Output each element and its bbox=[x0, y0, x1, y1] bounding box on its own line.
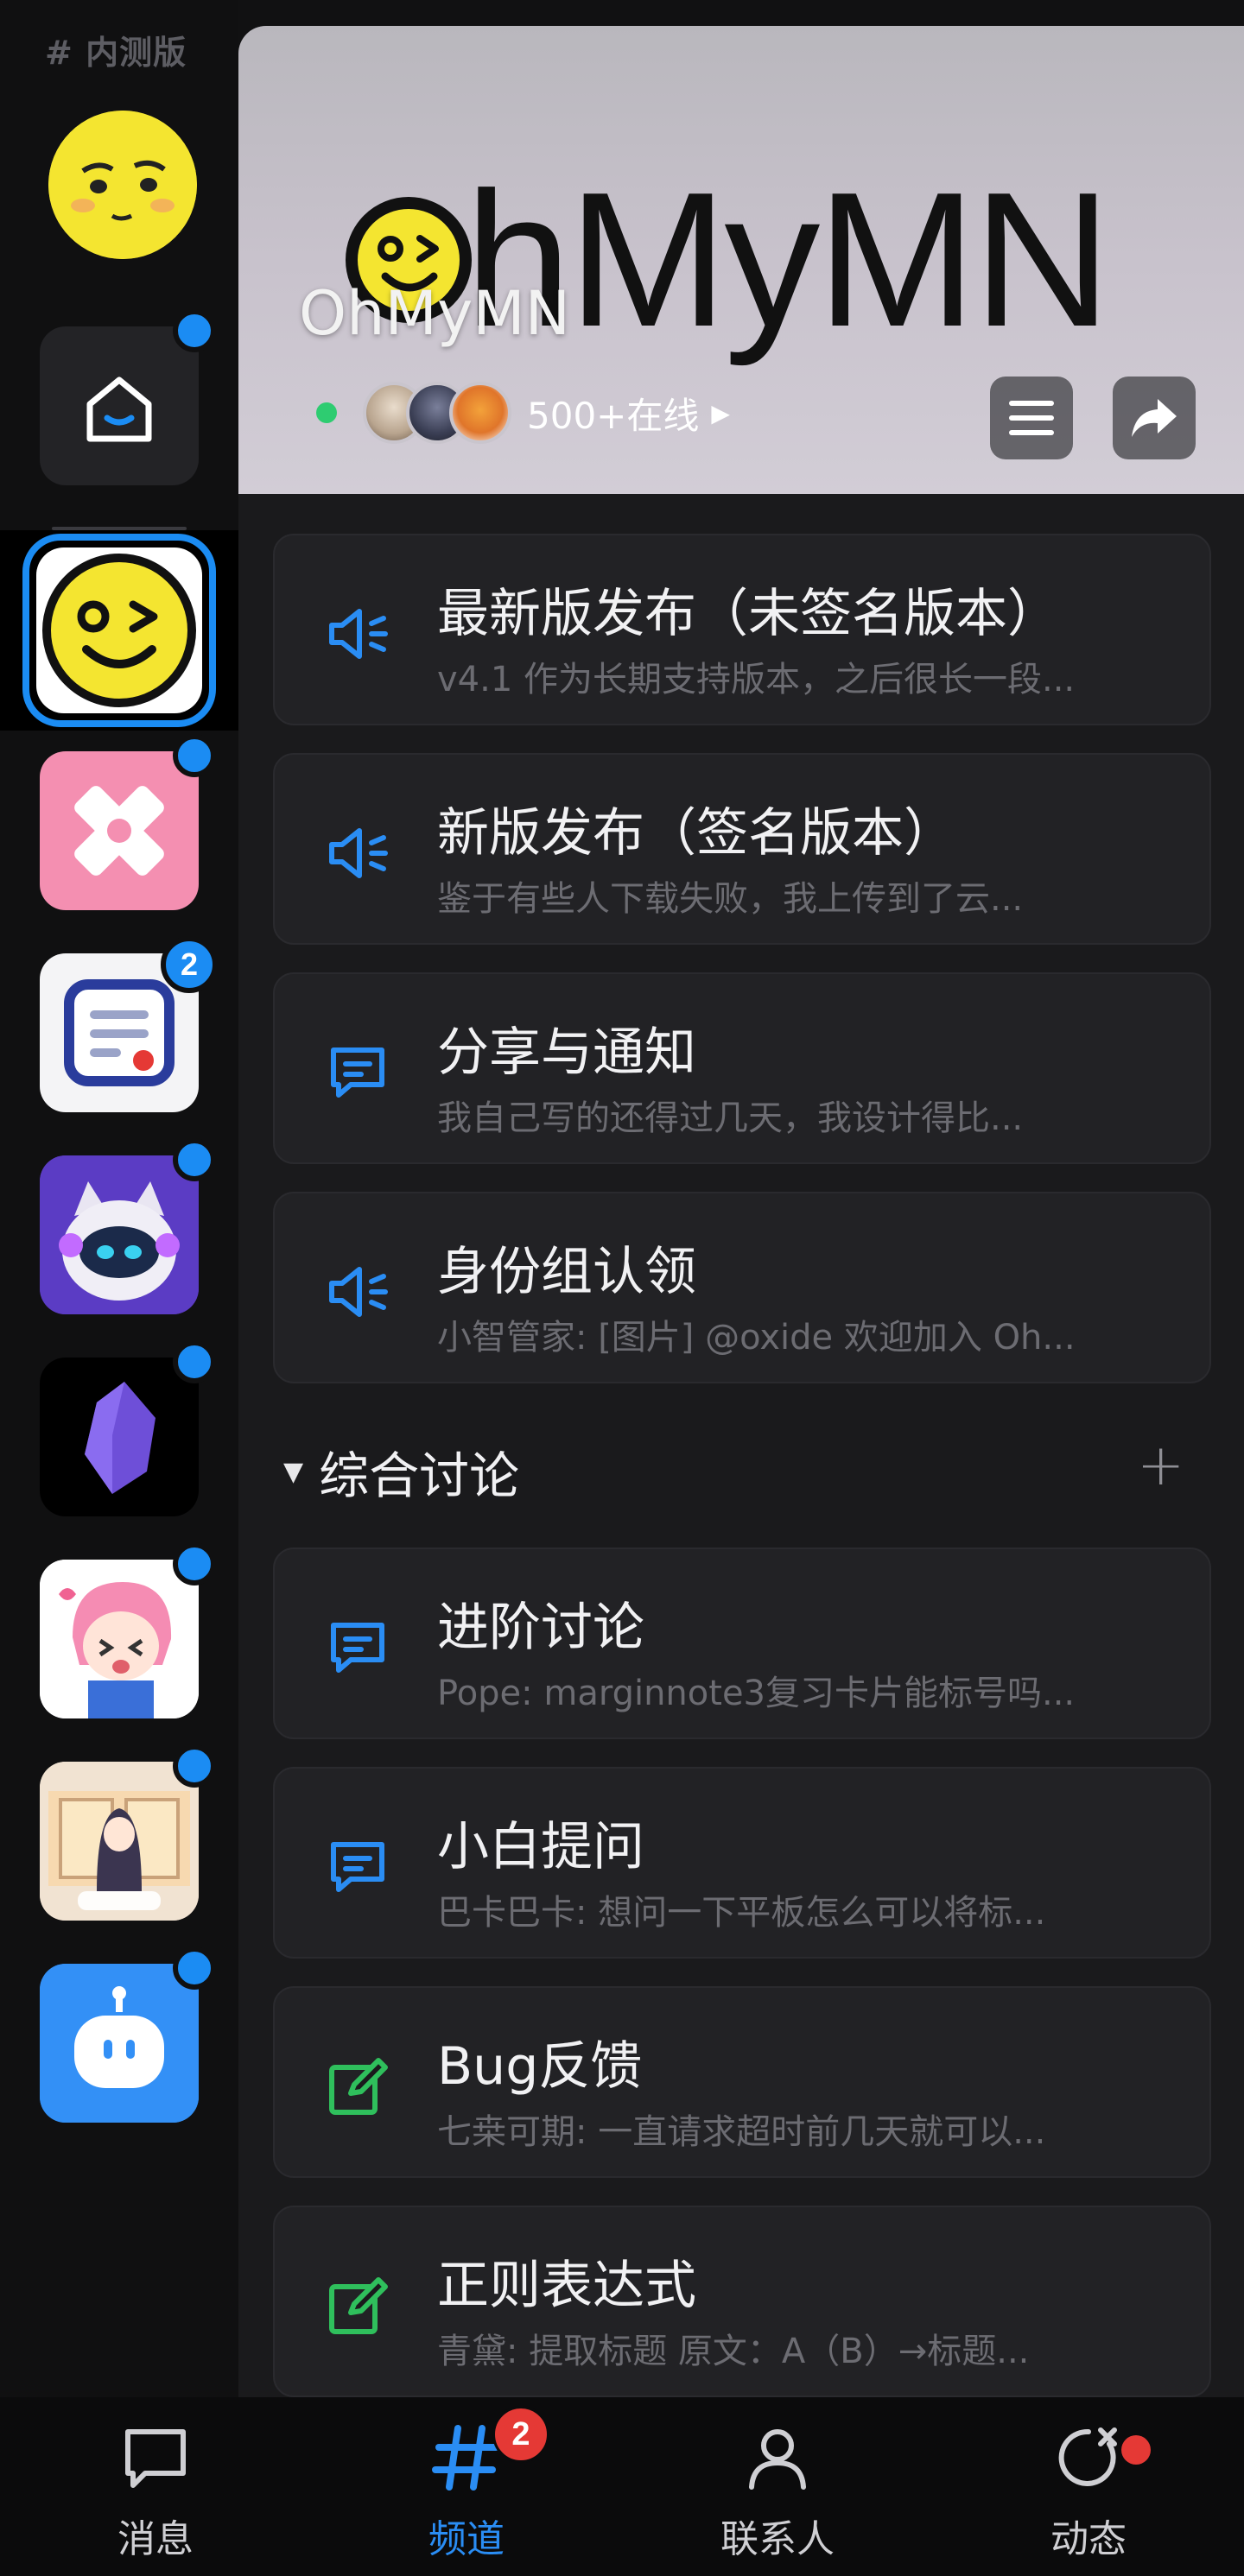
server-name: OhMyMN bbox=[299, 278, 571, 349]
hash-icon bbox=[432, 2425, 499, 2491]
category-title: 综合讨论 bbox=[319, 1446, 520, 1505]
wink-face-icon bbox=[42, 554, 196, 707]
channel-preview: Pope: marginnote3复习卡片能标号吗... bbox=[437, 1674, 1076, 1713]
channel-preview: 巴卡巴卡: 想问一下平板怎么可以将标... bbox=[437, 1893, 1046, 1933]
server-pink-bandage[interactable] bbox=[40, 751, 199, 910]
channel-preview: 七桒可期: 一直请求超时前几天就可以... bbox=[437, 2112, 1046, 2152]
channel-card[interactable]: 身份组认领 小智管家: [图片] @oxide 欢迎加入 Oh... bbox=[273, 1192, 1211, 1383]
channel-card[interactable]: 小白提问 巴卡巴卡: 想问一下平板怎么可以将标... bbox=[273, 1767, 1211, 1959]
tab-badge: 2 bbox=[492, 2406, 549, 2463]
tab-label: 频道 bbox=[428, 2517, 505, 2561]
announcement-icon bbox=[329, 1267, 388, 1317]
channel-card[interactable]: Bug反馈 七桒可期: 一直请求超时前几天就可以... bbox=[273, 1986, 1211, 2178]
share-icon bbox=[1132, 399, 1177, 437]
message-icon bbox=[125, 2429, 186, 2488]
chat-icon bbox=[331, 1047, 384, 1098]
channel-title: 正则表达式 bbox=[437, 2256, 696, 2316]
edit-icon bbox=[329, 2058, 388, 2115]
moments-icon bbox=[1058, 2427, 1117, 2486]
obsidian-icon bbox=[85, 1382, 156, 1494]
online-members[interactable]: 500+在线 ▶ bbox=[316, 382, 730, 444]
add-channel-button[interactable]: + bbox=[1137, 1437, 1184, 1494]
channel-card[interactable]: 新版发布（签名版本） 鉴于有些人下载失败，我上传到了云... bbox=[273, 753, 1211, 945]
user-avatar[interactable] bbox=[48, 111, 197, 259]
tab-contacts[interactable]: 联系人 bbox=[622, 2397, 933, 2576]
menu-button[interactable] bbox=[990, 377, 1073, 459]
channel-card[interactable]: 正则表达式 青黛: 提取标题 原文：A（B）→标题... bbox=[273, 2206, 1211, 2397]
server-anime-scene[interactable] bbox=[40, 1762, 199, 1921]
channel-title: 新版发布（签名版本） bbox=[437, 803, 955, 864]
channel-panel: hMyMN OhMyMN 500+在线 ▶ 最新版发布（未签名版本） v4.1 … bbox=[238, 26, 1244, 2397]
channel-title: 身份组认领 bbox=[437, 1242, 696, 1302]
unread-dot bbox=[173, 1542, 216, 1585]
chat-icon bbox=[331, 1623, 384, 1673]
server-rail: # 内测版 2 bbox=[0, 0, 238, 2397]
tab-messages[interactable]: 消息 bbox=[0, 2397, 311, 2576]
server-ohmymn[interactable] bbox=[36, 547, 202, 713]
channel-preview: 小智管家: [图片] @oxide 欢迎加入 Oh... bbox=[437, 1318, 1076, 1358]
menu-icon bbox=[1009, 401, 1054, 435]
channel-card[interactable]: 最新版发布（未签名版本） v4.1 作为长期支持版本，之后很长一段... bbox=[273, 534, 1211, 725]
unread-dot bbox=[173, 1744, 216, 1788]
announcement-icon bbox=[329, 609, 388, 659]
anime-scene-icon bbox=[40, 1762, 199, 1921]
channel-preview: 我自己写的还得过几天，我设计得比... bbox=[437, 1098, 1024, 1138]
unread-dot bbox=[173, 309, 216, 352]
caret-down-icon: ▼ bbox=[283, 1456, 304, 1487]
unread-dot bbox=[173, 1946, 216, 1990]
bandage-icon bbox=[74, 786, 164, 876]
tab-moments[interactable]: 动态 bbox=[933, 2397, 1244, 2576]
online-status-dot bbox=[316, 402, 337, 423]
channel-preview: v4.1 作为长期支持版本，之后很长一段... bbox=[437, 660, 1076, 699]
unread-dot bbox=[173, 1340, 216, 1383]
member-avatar bbox=[449, 382, 511, 444]
channel-preview: 鉴于有些人下载失败，我上传到了云... bbox=[437, 879, 1024, 919]
server-home[interactable] bbox=[40, 326, 199, 485]
tab-label: 联系人 bbox=[720, 2517, 835, 2561]
online-count: 500+在线 bbox=[527, 394, 700, 437]
server-anime-girl[interactable] bbox=[40, 1560, 199, 1718]
share-button[interactable] bbox=[1113, 377, 1196, 459]
robot-cat-icon bbox=[40, 1155, 199, 1314]
channel-title: 小白提问 bbox=[437, 1817, 644, 1877]
person-icon bbox=[749, 2429, 806, 2490]
home-icon bbox=[86, 377, 152, 442]
category-header[interactable]: ▼ 综合讨论 bbox=[283, 1435, 519, 1508]
server-obsidian[interactable] bbox=[40, 1358, 199, 1516]
channel-card[interactable]: 进阶讨论 Pope: marginnote3复习卡片能标号吗... bbox=[273, 1547, 1211, 1739]
bottom-nav: 消息 2 频道 联系人 动态 bbox=[0, 2397, 1244, 2576]
edit-icon bbox=[329, 2277, 388, 2334]
tab-channels[interactable]: 2 频道 bbox=[311, 2397, 622, 2576]
channel-title: 进阶讨论 bbox=[437, 1598, 644, 1658]
unread-dot bbox=[173, 1138, 216, 1181]
channel-title: 最新版发布（未签名版本） bbox=[437, 584, 1059, 644]
tab-label: 动态 bbox=[1050, 2517, 1127, 2561]
channel-title: 分享与通知 bbox=[437, 1022, 696, 1083]
server-badge-count: 2 bbox=[161, 936, 218, 993]
channel-preview: 青黛: 提取标题 原文：A（B）→标题... bbox=[437, 2332, 1030, 2371]
unread-dot bbox=[173, 734, 216, 777]
caret-right-icon: ▶ bbox=[711, 398, 730, 427]
server-blue-bot[interactable] bbox=[40, 1964, 199, 2123]
server-robot-cat[interactable] bbox=[40, 1155, 199, 1314]
channel-card[interactable]: 分享与通知 我自己写的还得过几天，我设计得比... bbox=[273, 972, 1211, 1164]
anime-girl-icon bbox=[40, 1560, 199, 1718]
tab-label: 消息 bbox=[117, 2517, 194, 2561]
channel-title: Bug反馈 bbox=[437, 2036, 643, 2097]
beta-tag: # 内测版 bbox=[45, 34, 187, 72]
announcement-icon bbox=[329, 828, 388, 878]
server-banner: hMyMN OhMyMN 500+在线 ▶ bbox=[238, 26, 1244, 494]
moments-unread-dot bbox=[1121, 2435, 1151, 2465]
chat-icon bbox=[331, 1842, 384, 1892]
bot-icon bbox=[40, 1964, 199, 2123]
